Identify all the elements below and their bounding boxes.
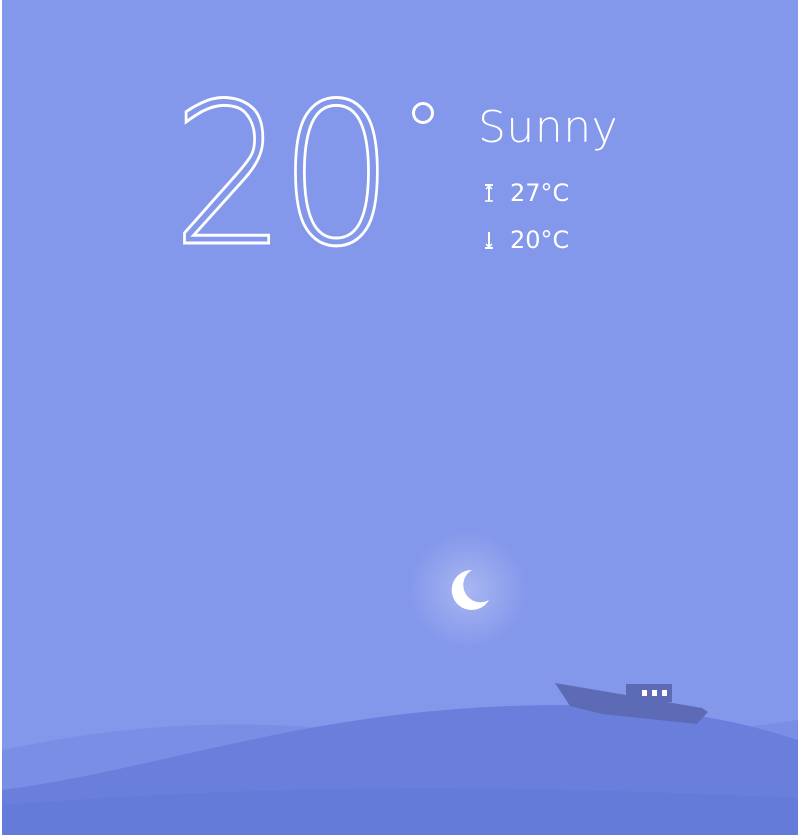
low-temperature: 20°C	[510, 226, 570, 254]
low-temperature-row: 20°C	[482, 225, 569, 255]
degree-symbol	[412, 102, 434, 124]
arrow-down-thermometer-icon	[485, 232, 493, 249]
temperature-value: 20	[171, 62, 396, 290]
arrow-up-thermometer-icon	[485, 184, 493, 202]
high-temperature: 27°C	[510, 179, 570, 207]
high-temperature-row: 27°C	[482, 178, 569, 208]
moon-glow	[408, 530, 528, 650]
weather-screen: 20 Sunny 27°C 20°C	[2, 0, 798, 835]
weather-condition: Sunny	[478, 102, 619, 153]
current-temperature: 20	[171, 62, 472, 290]
